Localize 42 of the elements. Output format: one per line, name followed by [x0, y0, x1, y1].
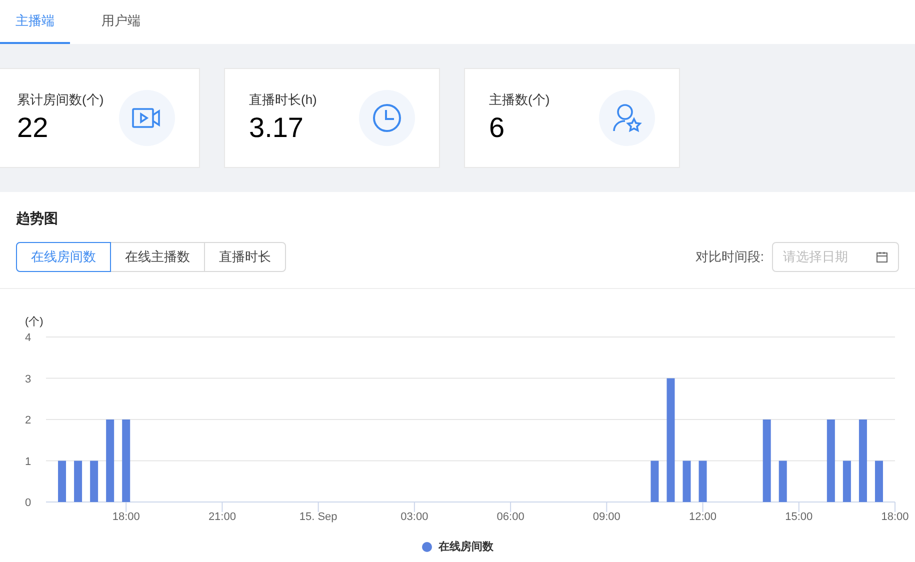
calendar-icon — [876, 251, 888, 263]
bar — [698, 460, 707, 502]
video-camera-icon — [132, 107, 162, 129]
y-tick-label: 2 — [25, 414, 32, 426]
section-title: 趋势图 — [16, 209, 59, 228]
y-tick-label: 1 — [25, 456, 32, 468]
x-tick-label: 21:00 — [208, 511, 236, 523]
x-tick-label: 03:00 — [400, 511, 428, 523]
stat-value: 3.17 — [249, 110, 304, 145]
x-tick-label: 12:00 — [689, 511, 717, 523]
compare-label: 对比时间段: — [695, 248, 764, 266]
date-field[interactable]: 请选择日期 — [772, 242, 899, 272]
y-tick-label: 3 — [25, 373, 32, 386]
stat-label: 主播数(个) — [489, 91, 550, 110]
x-tick-label: 15. Sep — [299, 511, 338, 523]
x-tick-label: 18:00 — [112, 511, 140, 523]
axis-unit: (个) — [25, 316, 44, 328]
bar — [874, 460, 883, 502]
y-tick-label: 0 — [25, 497, 32, 509]
segment-tab[interactable]: 直播时长 — [204, 242, 286, 272]
bar — [682, 460, 691, 502]
x-tick-label: 06:00 — [496, 511, 524, 523]
date-input[interactable]: 请选择日期 — [783, 247, 863, 267]
y-tick-label: 4 — [25, 332, 32, 344]
stat-value: 6 — [489, 110, 506, 145]
legend-label: 在线房间数 — [438, 540, 494, 555]
bar — [58, 460, 66, 502]
stat-label: 累计房间数(个) — [17, 91, 104, 110]
bar — [842, 460, 851, 502]
x-tick-label: 18:00 — [881, 511, 909, 523]
bar — [74, 460, 82, 502]
x-tick-label: 09:00 — [592, 511, 620, 523]
stat-label: 直播时长(h) — [249, 91, 317, 110]
x-tick-label: 15:00 — [785, 511, 813, 523]
segment-tab[interactable]: 在线主播数 — [110, 242, 205, 272]
bar — [650, 460, 659, 502]
stat-value: 22 — [17, 110, 50, 145]
clock-icon — [372, 103, 402, 133]
user-star-icon — [612, 103, 642, 133]
tab[interactable]: 用户端 — [86, 0, 156, 44]
bar — [778, 460, 787, 502]
bar — [90, 460, 98, 502]
